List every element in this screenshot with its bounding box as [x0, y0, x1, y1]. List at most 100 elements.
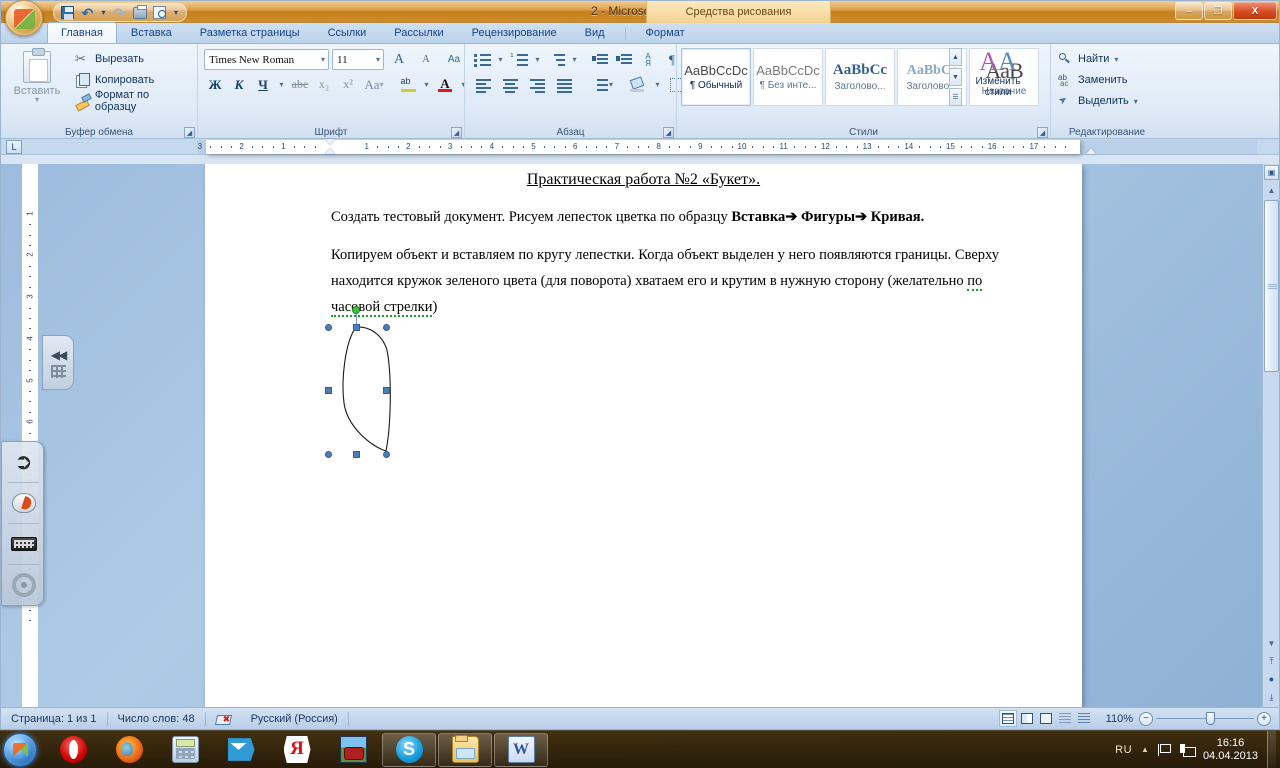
highlight-caret-icon[interactable]: ▾: [421, 74, 432, 95]
italic-button[interactable]: К: [228, 74, 250, 95]
decrease-indent-button[interactable]: [589, 49, 611, 70]
taskbar-mail[interactable]: [214, 733, 268, 767]
font-name-combo[interactable]: Times New Roman ▾: [204, 49, 329, 70]
scroll-down-button[interactable]: ▼: [1264, 636, 1279, 651]
select-button[interactable]: Выделить ▾: [1055, 92, 1141, 110]
hanging-indent-marker[interactable]: [325, 148, 335, 154]
taskbar-firefox[interactable]: [102, 733, 156, 767]
proofing-status[interactable]: [206, 708, 241, 730]
show-desktop-button[interactable]: [1267, 730, 1276, 768]
bullets-button[interactable]: [471, 49, 493, 70]
select-browse-object-icon[interactable]: ▣: [1264, 165, 1279, 180]
handle-bottom-left[interactable]: [325, 451, 332, 458]
underline-caret-icon[interactable]: ▾: [276, 74, 287, 95]
maximize-button[interactable]: ❐: [1204, 2, 1232, 20]
taskbar-yandex[interactable]: [270, 733, 324, 767]
pen-panel-flyout[interactable]: ◀◀: [42, 335, 74, 390]
tab-review[interactable]: Рецензирование: [458, 22, 571, 43]
font-color-button[interactable]: A: [434, 74, 456, 95]
word-count[interactable]: Число слов: 48: [108, 708, 205, 730]
style-normal[interactable]: AaBbCcDc ¶ Обычный: [681, 48, 751, 106]
show-hidden-icons-button[interactable]: ▲: [1141, 745, 1149, 754]
zoom-slider[interactable]: − +: [1139, 711, 1271, 726]
web-layout-view-button[interactable]: [1037, 710, 1055, 727]
align-right-button[interactable]: [525, 74, 550, 95]
change-styles-button[interactable]: AA Изменить стили: [968, 48, 1028, 112]
zoom-out-button[interactable]: −: [1139, 711, 1153, 726]
zoom-in-button[interactable]: +: [1257, 711, 1271, 726]
increase-indent-button[interactable]: [613, 49, 635, 70]
document-page[interactable]: Практическая работа №2 «Букет». Создать …: [205, 164, 1082, 707]
handle-top-right[interactable]: [383, 324, 390, 331]
paste-button[interactable]: Вставить ▾: [9, 48, 65, 113]
handle-bottom-right[interactable]: [383, 451, 390, 458]
settings-button[interactable]: [2, 565, 45, 605]
styles-more-button[interactable]: ☰: [949, 88, 962, 106]
highlight-button[interactable]: [397, 74, 419, 95]
tab-home[interactable]: Главная: [47, 22, 117, 43]
align-center-button[interactable]: [498, 74, 523, 95]
replace-button[interactable]: ab ac Заменить: [1055, 71, 1141, 89]
cut-button[interactable]: Вырезать: [71, 50, 197, 68]
rotation-handle[interactable]: [352, 306, 360, 314]
next-page-button[interactable]: ⤓: [1264, 689, 1279, 705]
font-dialog-launcher[interactable]: ◢: [451, 127, 462, 138]
previous-page-button[interactable]: ⤒: [1264, 653, 1279, 669]
pen-input-panel[interactable]: ➲: [1, 441, 44, 606]
scrollbar-thumb[interactable]: [1264, 200, 1279, 372]
start-button[interactable]: [3, 732, 37, 767]
tab-page-layout[interactable]: Разметка страницы: [186, 22, 314, 43]
handle-middle-right[interactable]: [383, 387, 390, 394]
subscript-button[interactable]: x₂: [313, 74, 335, 95]
pointer-tool-button[interactable]: ➲: [2, 442, 45, 482]
clipboard-dialog-launcher[interactable]: ◢: [184, 127, 195, 138]
horizontal-ruler[interactable]: 3 2 1 1 2 3 4 5 6 7 8 9 10 11 12 13 14 15 16 17: [197, 139, 1257, 154]
taskbar-game[interactable]: [326, 733, 380, 767]
sort-button[interactable]: AЯ: [637, 49, 659, 70]
print-layout-view-button[interactable]: [999, 710, 1017, 727]
office-button[interactable]: [5, 0, 43, 36]
handle-top-center[interactable]: [353, 324, 360, 331]
document-body[interactable]: Практическая работа №2 «Букет». Создать …: [205, 164, 1082, 707]
numbering-button[interactable]: 1: [508, 49, 530, 70]
network-icon[interactable]: [1179, 743, 1196, 757]
change-case-button[interactable]: Aa ▾: [361, 74, 387, 95]
selected-shape[interactable]: [325, 306, 405, 458]
tab-format[interactable]: Формат: [632, 22, 699, 43]
tab-stop-selector[interactable]: L: [6, 140, 22, 154]
taskbar-calculator[interactable]: [158, 733, 212, 767]
taskbar-word[interactable]: [494, 732, 548, 767]
page-indicator[interactable]: Страница: 1 из 1: [1, 708, 107, 730]
handle-bottom-center[interactable]: [353, 451, 360, 458]
find-button[interactable]: Найти ▾: [1055, 50, 1141, 68]
petal-curve-shape[interactable]: [325, 306, 405, 456]
numbering-caret-icon[interactable]: ▾: [532, 49, 543, 70]
keyboard-tool-button[interactable]: [2, 524, 45, 564]
styles-scroll-down-button[interactable]: ▼: [949, 68, 962, 86]
font-size-combo[interactable]: 11 ▾: [332, 49, 384, 70]
styles-dialog-launcher[interactable]: ◢: [1037, 127, 1048, 138]
tab-view[interactable]: Вид: [571, 22, 619, 43]
close-button[interactable]: X: [1233, 2, 1277, 20]
justify-button[interactable]: [552, 74, 577, 95]
full-screen-reading-button[interactable]: [1018, 710, 1036, 727]
tab-insert[interactable]: Вставка: [117, 22, 186, 43]
styles-scroll-up-button[interactable]: ▲: [949, 48, 962, 66]
shading-button[interactable]: [625, 74, 650, 95]
style-heading-1[interactable]: AaBbCс Заголово...: [825, 48, 895, 106]
copy-button[interactable]: Копировать: [71, 71, 197, 89]
draft-view-button[interactable]: [1075, 710, 1093, 727]
align-left-button[interactable]: [471, 74, 496, 95]
browse-object-button[interactable]: ●: [1264, 671, 1279, 687]
underline-button[interactable]: Ч: [252, 74, 274, 95]
handle-top-left[interactable]: [325, 324, 332, 331]
clock[interactable]: 16:16 04.04.2013: [1203, 737, 1258, 763]
vertical-scrollbar[interactable]: ▣ ▲ ▼ ⤒ ● ⤓: [1262, 164, 1279, 707]
taskbar-skype[interactable]: [382, 732, 436, 767]
minimize-button[interactable]: –: [1175, 2, 1203, 20]
superscript-button[interactable]: x²: [337, 74, 359, 95]
bullets-caret-icon[interactable]: ▾: [495, 49, 506, 70]
handle-middle-left[interactable]: [325, 387, 332, 394]
language-indicator[interactable]: Русский (Россия): [241, 708, 348, 730]
multilevel-list-button[interactable]: [545, 49, 567, 70]
